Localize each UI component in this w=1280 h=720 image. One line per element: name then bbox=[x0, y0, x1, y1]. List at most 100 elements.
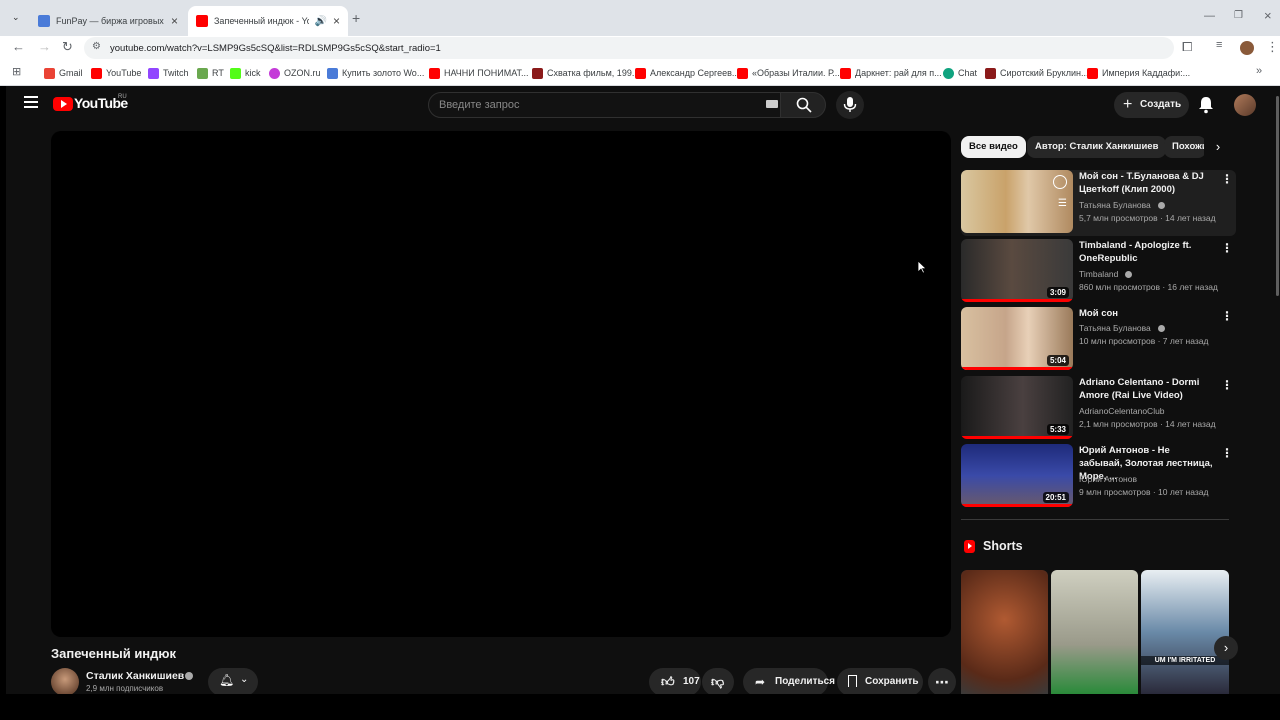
close-tab-icon[interactable]: × bbox=[171, 14, 178, 28]
account-avatar[interactable] bbox=[1234, 94, 1256, 116]
more-options-icon[interactable]: ⋮ bbox=[1221, 172, 1233, 186]
bookmark-label: kick bbox=[245, 68, 261, 78]
forward-icon[interactable]: → bbox=[38, 39, 51, 54]
bookmark-brooklyn[interactable]: Сиротский Бруклин... bbox=[985, 66, 1088, 80]
channel-name[interactable]: Татьяна Буланова bbox=[1079, 323, 1151, 333]
minimize-icon[interactable]: — bbox=[1204, 10, 1215, 22]
video-title[interactable]: Adriano Celentano - Dormi Amore (Rai Liv… bbox=[1079, 376, 1214, 402]
bookmark-twitch[interactable]: Twitch bbox=[148, 66, 189, 80]
bookmark-ozon[interactable]: OZON.ru bbox=[269, 66, 321, 80]
recommendation-item[interactable]: 5:04 Мой сон Татьяна Буланова 10 млн про… bbox=[961, 307, 1236, 373]
menu-hamburger-icon[interactable] bbox=[24, 96, 38, 108]
subscription-bell-button[interactable]: 🔔︎ ⌄ bbox=[208, 668, 258, 694]
watch-later-icon[interactable] bbox=[1053, 175, 1067, 189]
back-icon[interactable]: ← bbox=[12, 39, 25, 54]
reload-icon[interactable]: ↻ bbox=[62, 39, 73, 55]
save-button[interactable]: Сохранить bbox=[837, 668, 923, 694]
downloads-icon[interactable]: ≡ bbox=[1216, 39, 1222, 51]
video-player[interactable] bbox=[51, 131, 951, 637]
bookmark-gaddafi[interactable]: Империя Каддафи:... bbox=[1087, 66, 1190, 80]
more-options-icon[interactable]: ⋮ bbox=[1221, 241, 1233, 255]
restore-icon[interactable]: ❐ bbox=[1234, 10, 1243, 21]
more-options-icon[interactable]: ⋮ bbox=[1221, 378, 1233, 392]
bookmark-label: Империя Каддафи:... bbox=[1102, 68, 1191, 78]
search-button[interactable] bbox=[780, 92, 826, 118]
search-input[interactable]: Введите запрос bbox=[428, 92, 781, 118]
extensions-icon[interactable]: ⧠ bbox=[1182, 39, 1192, 55]
video-title[interactable]: Мой сон - Т.Буланова & DJ Цветkoff (Клип… bbox=[1079, 170, 1214, 196]
bookmark-chat[interactable]: Chat bbox=[943, 66, 977, 80]
youtube-page: YouTube RU Введите запрос + Создать Запе… bbox=[6, 86, 1274, 694]
dislike-button[interactable]: 👎︎ bbox=[702, 668, 734, 694]
bookmark-funpay[interactable]: Купить золото Wo... bbox=[327, 66, 424, 80]
duration-badge: 5:04 bbox=[1046, 355, 1069, 366]
bookmark-nachni[interactable]: НАЧНИ ПОНИМАТ... bbox=[429, 66, 529, 80]
video-thumbnail[interactable]: 20:51 bbox=[961, 444, 1073, 507]
apps-grid-icon[interactable]: ⊞ bbox=[12, 65, 21, 78]
shorts-thumbnail[interactable] bbox=[961, 570, 1048, 694]
bookmark-rt[interactable]: RT bbox=[197, 66, 224, 80]
tab-funpay[interactable]: FunPay — биржа игровых цен × bbox=[30, 6, 186, 36]
channel-name[interactable]: Сталик Ханкишиев bbox=[86, 670, 184, 682]
scrollbar-thumb[interactable] bbox=[1276, 96, 1279, 296]
channel-name[interactable]: AdrianoCelentanoClub bbox=[1079, 406, 1165, 416]
like-button[interactable]: 👍︎ 107 bbox=[649, 668, 701, 694]
close-window-icon[interactable]: × bbox=[1264, 8, 1272, 23]
speaker-icon[interactable]: 🔊 bbox=[315, 16, 327, 27]
recommendation-item[interactable]: 5:33 Adriano Celentano - Dormi Amore (Ra… bbox=[961, 376, 1236, 442]
video-thumbnail[interactable]: 5:04 bbox=[961, 307, 1073, 370]
bookmark-gmail[interactable]: Gmail bbox=[44, 66, 83, 80]
shorts-next-chevron-icon[interactable]: › bbox=[1214, 636, 1238, 660]
tab-search-chevron-icon[interactable]: ⌄ bbox=[12, 12, 20, 23]
chips-next-chevron-icon[interactable]: › bbox=[1204, 134, 1232, 160]
chatgpt-icon bbox=[943, 67, 954, 79]
bookmark-skhvatka[interactable]: Схватка фильм, 199... bbox=[532, 66, 639, 80]
address-bar[interactable]: ⚙ youtube.com/watch?v=LSMP9Gs5cSQ&list=R… bbox=[84, 37, 1174, 59]
more-bookmarks-icon[interactable]: » bbox=[1256, 65, 1262, 77]
more-actions-icon[interactable]: ⋯ bbox=[928, 668, 956, 694]
chip-all[interactable]: Все видео bbox=[961, 136, 1026, 158]
recommendation-item[interactable]: ☰ Мой сон - Т.Буланова & DJ Цветkoff (Кл… bbox=[961, 170, 1236, 236]
shorts-thumbnail[interactable]: UM I'M IRRITATED bbox=[1141, 570, 1229, 694]
video-meta: 5,7 млн просмотров · 14 лет назад bbox=[1079, 213, 1216, 223]
video-thumbnail[interactable]: ☰ bbox=[961, 170, 1073, 233]
bookmark-italy[interactable]: «Образы Италии. Р... bbox=[737, 66, 840, 80]
youtube-logo-icon[interactable] bbox=[53, 97, 73, 111]
search-icon bbox=[796, 97, 812, 113]
channel-name[interactable]: Timbaland bbox=[1079, 269, 1118, 279]
funpay-icon bbox=[327, 67, 338, 79]
channel-name[interactable]: Татьяна Буланова bbox=[1079, 200, 1151, 210]
share-button[interactable]: ➦ Поделиться bbox=[743, 668, 835, 694]
site-info-icon[interactable]: ⚙ bbox=[92, 41, 101, 52]
close-tab-icon[interactable]: × bbox=[333, 14, 340, 28]
notifications-bell-icon[interactable] bbox=[1198, 96, 1214, 114]
add-to-queue-icon[interactable]: ☰ bbox=[1058, 198, 1067, 209]
channel-name[interactable]: Юрий Антонов bbox=[1079, 474, 1137, 484]
video-thumbnail[interactable]: 3:09 bbox=[961, 239, 1073, 302]
channel-avatar[interactable] bbox=[51, 668, 79, 694]
video-title[interactable]: Timbaland - Apologize ft. OneRepublic bbox=[1079, 239, 1214, 265]
bookmark-youtube[interactable]: YouTube bbox=[91, 66, 141, 80]
shorts-thumbnail[interactable] bbox=[1051, 570, 1138, 694]
more-options-icon[interactable]: ⋮ bbox=[1221, 446, 1233, 460]
create-button[interactable]: + Создать bbox=[1114, 92, 1189, 118]
bookmark-darknet[interactable]: Даркнет: рай для п... bbox=[840, 66, 942, 80]
ozon-icon bbox=[269, 67, 280, 79]
duration-badge: 3:09 bbox=[1046, 287, 1069, 298]
voice-search-button[interactable] bbox=[836, 91, 864, 119]
video-thumbnail[interactable]: 5:33 bbox=[961, 376, 1073, 439]
profile-avatar-icon[interactable] bbox=[1240, 41, 1254, 55]
youtube-favicon-icon bbox=[196, 15, 208, 27]
recommendation-item[interactable]: 3:09 Timbaland - Apologize ft. OneRepubl… bbox=[961, 239, 1236, 305]
tab-youtube-active[interactable]: Запеченный индюк - YouTube 🔊 × bbox=[188, 6, 348, 36]
recommendation-item[interactable]: 20:51 Юрий Антонов - Не забывай, Золотая… bbox=[961, 444, 1236, 510]
browser-menu-icon[interactable]: ⋮ bbox=[1266, 39, 1279, 55]
bookmark-kick[interactable]: kick bbox=[230, 66, 261, 80]
chip-author[interactable]: Автор: Сталик Ханкишиев bbox=[1027, 136, 1167, 158]
more-options-icon[interactable]: ⋮ bbox=[1221, 309, 1233, 323]
chip-similar[interactable]: Похожие bbox=[1164, 136, 1206, 158]
new-tab-icon[interactable]: + bbox=[352, 10, 360, 26]
video-title[interactable]: Мой сон bbox=[1079, 307, 1214, 320]
bookmark-sergeev[interactable]: Александр Сергеев... bbox=[635, 66, 739, 80]
keyboard-icon[interactable] bbox=[766, 100, 778, 108]
